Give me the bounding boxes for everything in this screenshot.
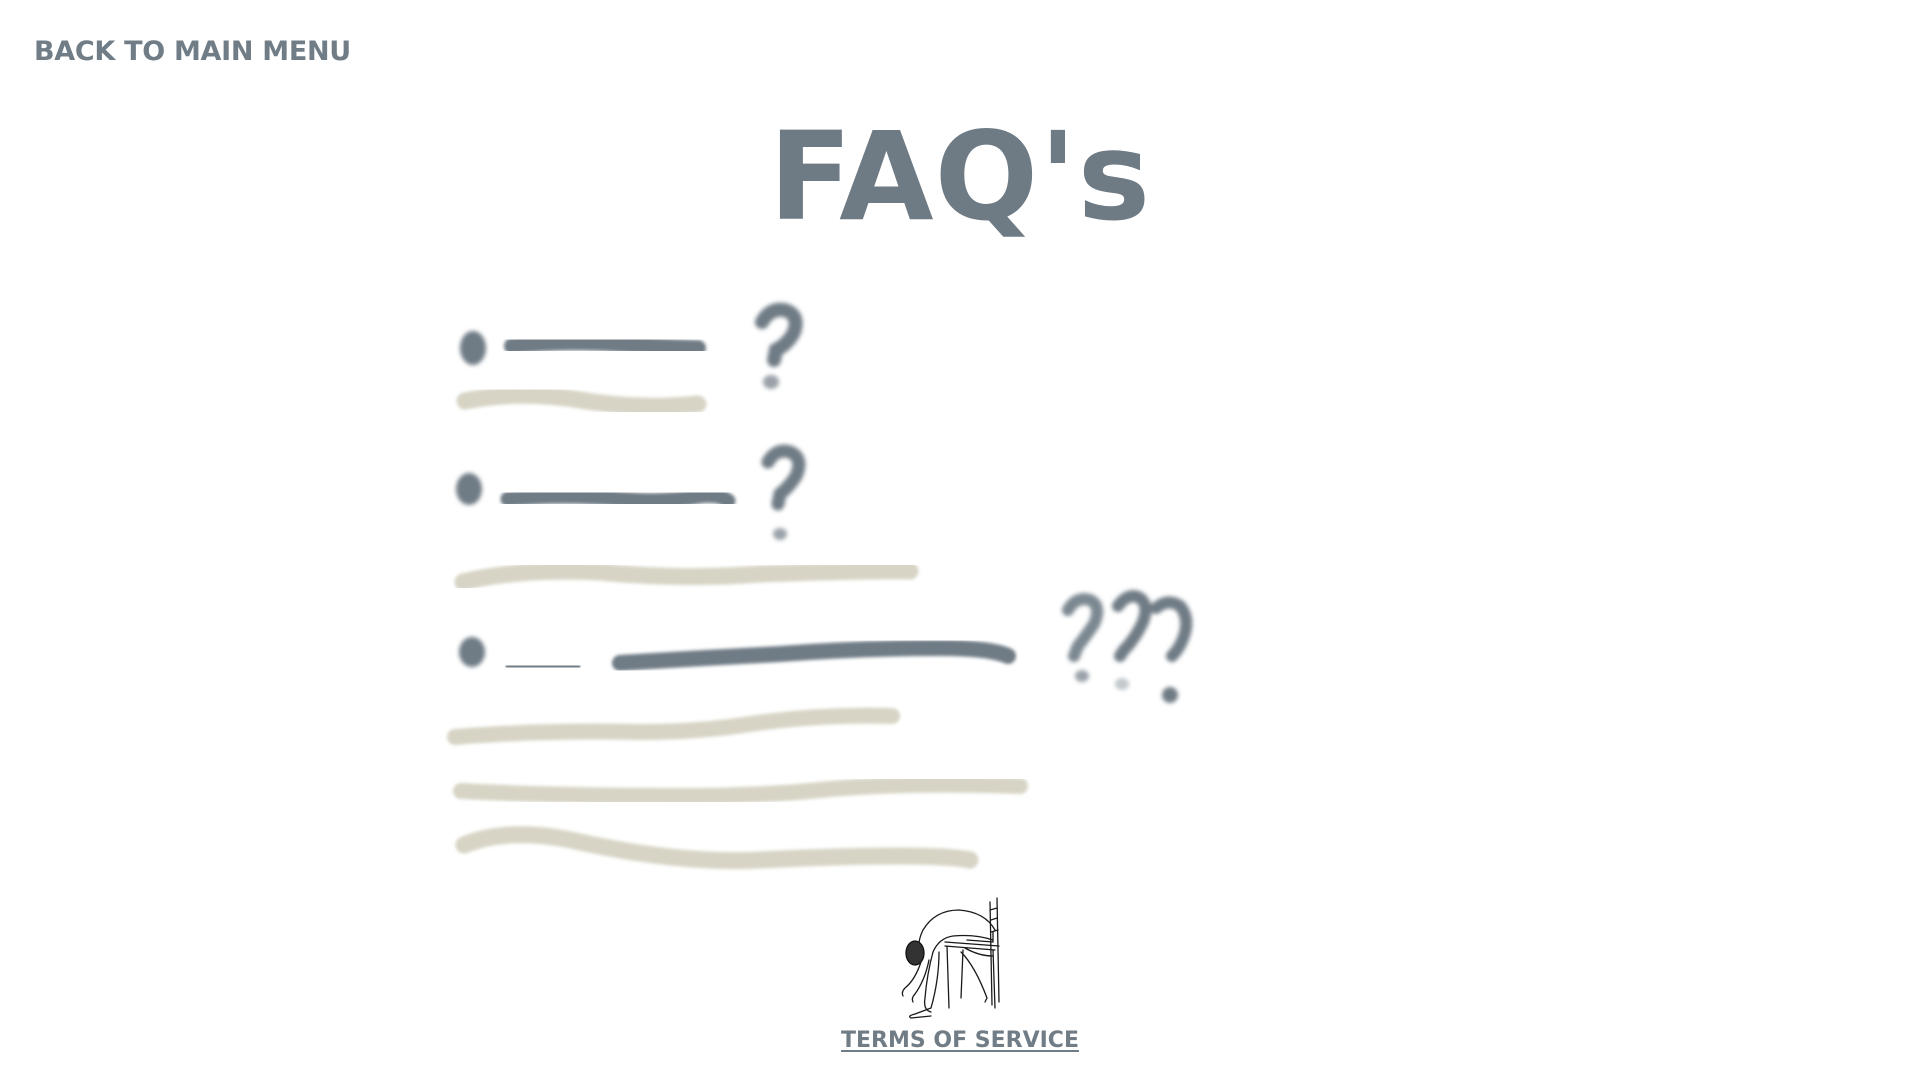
person-bent-over-chair-drawing-icon (901, 897, 1000, 1019)
terms-of-service-link[interactable]: TERMS OF SERVICE (0, 1028, 1920, 1053)
back-to-main-menu-link[interactable]: BACK TO MAIN MENU (34, 36, 351, 67)
faq-item-2-question-stroke (500, 488, 736, 509)
faq-item-3-bullet (459, 637, 485, 667)
faq-item-3-answer-stroke-2 (453, 776, 1028, 805)
faq-item-1 (456, 302, 803, 415)
faq-item-3-answer-stroke-1 (447, 707, 900, 745)
faq-item-3-question-stroke-short (504, 658, 582, 675)
faq-item-1-bullet (460, 331, 486, 365)
triple-question-mark-icon (1062, 590, 1193, 703)
page-title: FAQ's (768, 106, 1152, 248)
faq-item-2-bullet (456, 473, 482, 505)
question-mark-icon (755, 302, 803, 389)
faq-item-1-question-stroke (504, 334, 706, 356)
faq-item-3-answer-stroke-3 (455, 826, 979, 870)
terms-of-service-label[interactable]: TERMS OF SERVICE (841, 1028, 1079, 1053)
faq-item-3-question-stroke-long (612, 639, 1016, 671)
faq-item-3 (447, 590, 1193, 870)
faq-item-1-answer-stroke (456, 386, 707, 415)
faq-item-2-answer-stroke (454, 562, 919, 591)
question-mark-icon (761, 444, 806, 540)
faq-item-2 (454, 444, 919, 591)
